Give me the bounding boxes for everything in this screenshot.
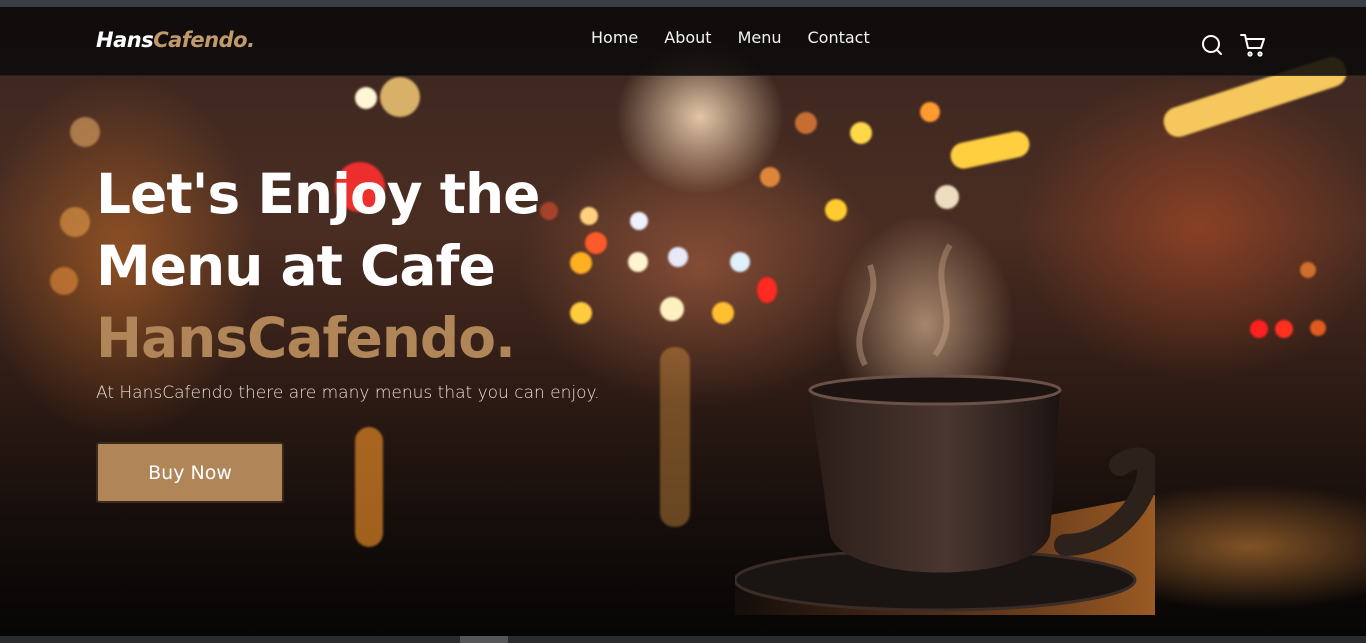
nav-link-menu[interactable]: Menu (738, 27, 782, 49)
cart-icon[interactable] (1240, 33, 1265, 57)
logo-accent: Cafendo. (153, 28, 255, 52)
nav-icons (1200, 33, 1265, 57)
hero-subtitle: At HansCafendo there are many menus that… (96, 383, 600, 403)
headline-brand: HansCafendo. (96, 306, 516, 370)
headline-line-1: Let's Enjoy the (96, 162, 540, 226)
horizontal-scrollbar[interactable] (0, 636, 1366, 643)
nav-link-home[interactable]: Home (591, 27, 638, 49)
search-icon[interactable] (1200, 33, 1224, 57)
headline-line-2: Menu at Cafe (96, 234, 496, 298)
browser-top-strip (0, 0, 1366, 7)
navbar: HansCafendo. Home About Menu Contact (0, 7, 1366, 76)
logo-main: Hans (96, 28, 154, 52)
hero-headline: Let's Enjoy the Menu at Cafe HansCafendo… (96, 158, 540, 374)
scrollbar-thumb[interactable] (460, 636, 508, 643)
buy-now-button[interactable]: Buy Now (96, 442, 284, 503)
nav-link-contact[interactable]: Contact (808, 27, 870, 49)
site-logo[interactable]: HansCafendo. (96, 28, 255, 52)
nav-link-about[interactable]: About (664, 27, 711, 49)
coffee-cup-image (733, 215, 1159, 615)
main-nav: Home About Menu Contact (591, 27, 896, 49)
